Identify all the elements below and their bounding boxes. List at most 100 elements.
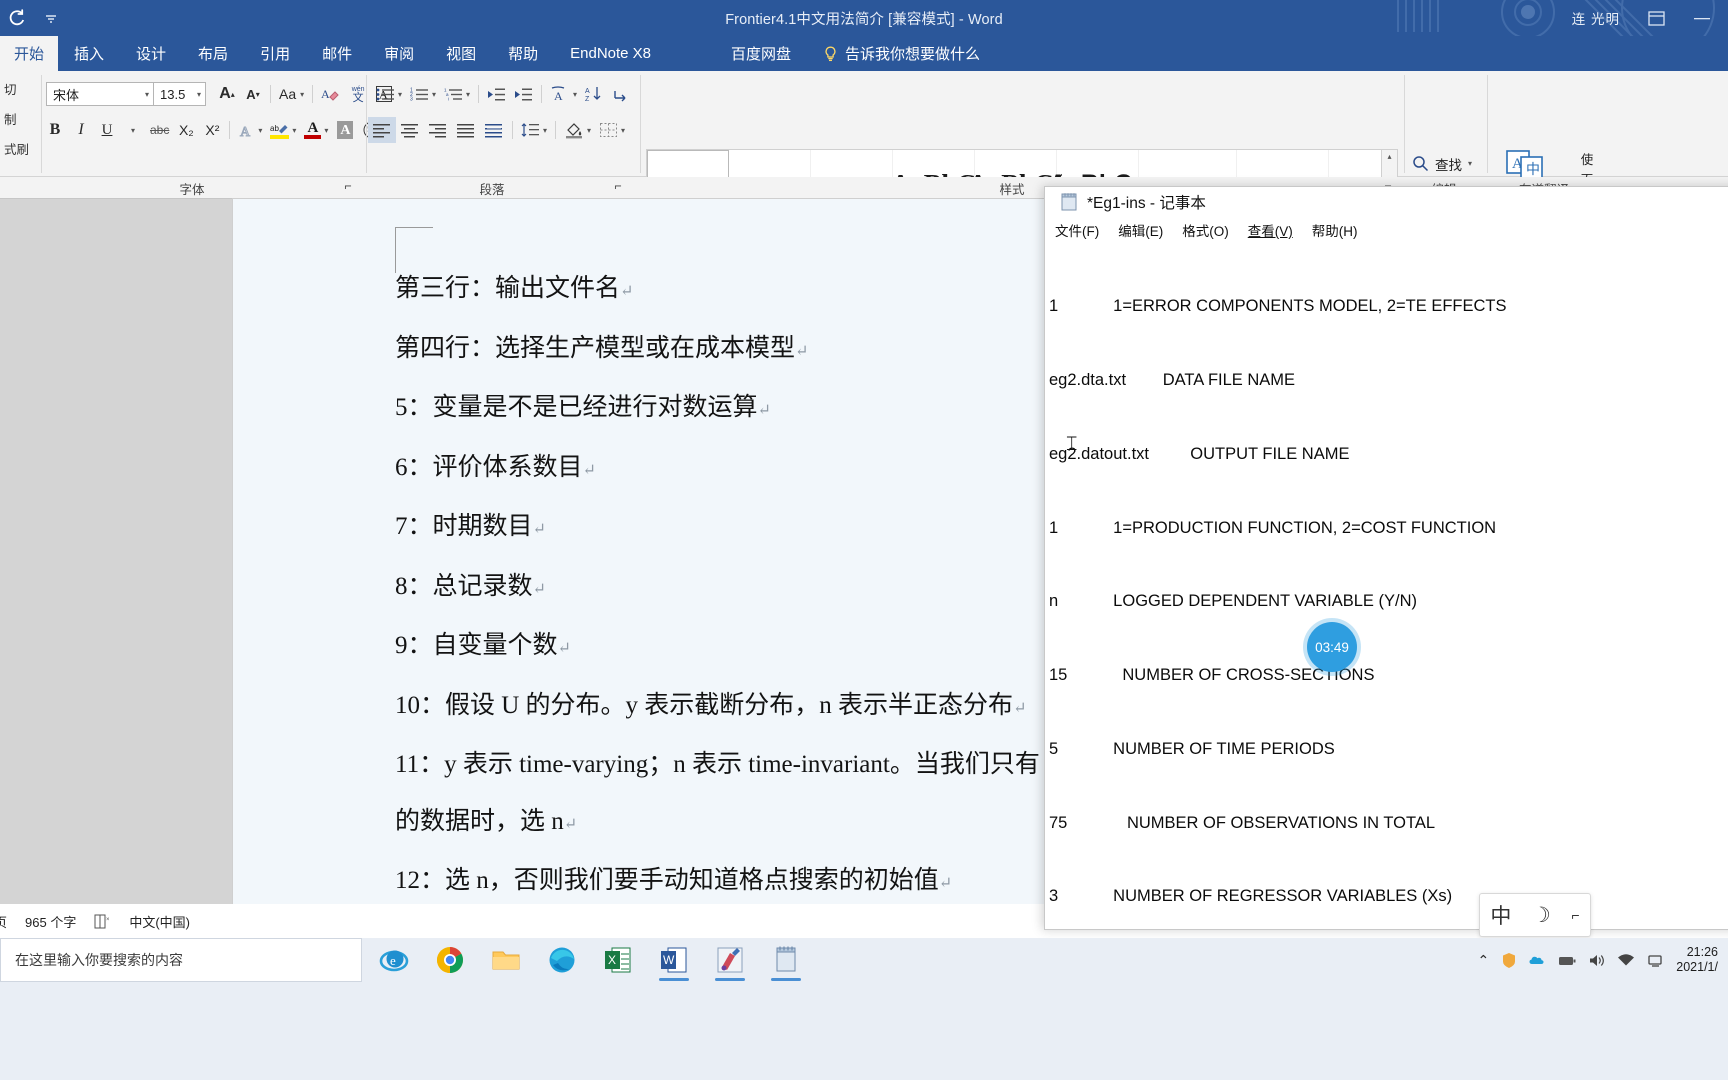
font-group-row1[interactable]: 宋体 ▾ 13.5 ▾ A ▴ A ▾ Aa ▾ A wén 文 [46, 81, 397, 107]
paragraph-group-row2[interactable]: ▾ ▾ ▾ [368, 117, 629, 143]
change-case-button[interactable]: Aa ▾ [275, 81, 308, 107]
align-center-button[interactable] [396, 117, 424, 143]
align-left-button[interactable] [368, 117, 396, 143]
sort-button[interactable]: AZ [581, 81, 607, 107]
taskbar-app-google-chrome[interactable] [426, 938, 474, 982]
asian-layout-button[interactable]: A ▾ [546, 81, 581, 107]
status-page[interactable]: 页 [0, 912, 7, 931]
taskbar-app-microsoft-word[interactable]: W [650, 938, 698, 982]
status-proofing[interactable]: × [94, 914, 111, 929]
taskbar-app-microsoft-excel[interactable]: X [594, 938, 642, 982]
clipboard-group[interactable]: 切 制 式刷 [2, 75, 44, 165]
onedrive-icon[interactable] [1529, 952, 1546, 969]
ime-menu-icon[interactable]: ⌐ [1571, 907, 1579, 923]
clear-formatting-button[interactable]: A [317, 81, 345, 107]
menu-view[interactable]: 查看(V) [1248, 220, 1293, 240]
show-formatting-marks-button[interactable] [607, 81, 633, 107]
chevron-down-icon[interactable]: ▾ [197, 90, 201, 99]
line-spacing-button[interactable]: ▾ [517, 117, 551, 143]
volume-icon[interactable] [1588, 952, 1605, 969]
status-word-count[interactable]: 965 个字 [25, 912, 76, 931]
format-painter-label[interactable]: 式刷 [2, 135, 44, 165]
find-button[interactable]: 查找 ▾ [1412, 149, 1504, 178]
user-account[interactable]: 连 光明 [1562, 8, 1630, 28]
chevron-down-icon[interactable]: ▾ [1468, 159, 1472, 168]
ime-mode-chinese[interactable]: 中 [1490, 900, 1511, 930]
increase-indent-button[interactable] [510, 81, 537, 107]
taskbar-app-internet-explorer[interactable]: e [370, 938, 418, 982]
word-status-bar[interactable]: 页 965 个字 × 中文(中国) [0, 904, 1044, 938]
font-group-row2[interactable]: B I U ▾ abc X₂ X² A ▾ ab ▾ A ▾ A [42, 117, 386, 143]
menu-format[interactable]: 格式(O) [1182, 220, 1229, 240]
taskbar-apps[interactable]: e X W [362, 938, 810, 982]
justify-button[interactable] [452, 117, 480, 143]
tab-references[interactable]: 引用 [244, 36, 306, 71]
phonetic-guide-button[interactable]: wén 文 [345, 81, 371, 107]
tab-design[interactable]: 设计 [120, 36, 182, 71]
shading-button[interactable]: ▾ [560, 117, 595, 143]
grow-font-button[interactable]: A ▴ [214, 81, 240, 107]
notepad-menu-bar[interactable]: 文件(F) 编辑(E) 格式(O) 查看(V) 帮助(H) [1045, 217, 1728, 243]
notepad-text-area[interactable]: 1 1=ERROR COMPONENTS MODEL, 2=TE EFFECTS… [1045, 243, 1728, 929]
copy-label[interactable]: 制 [2, 105, 44, 135]
text-effects-button[interactable]: A ▾ [234, 117, 266, 143]
tab-mailings[interactable]: 邮件 [306, 36, 368, 71]
shrink-font-button[interactable]: A ▾ [240, 81, 266, 107]
paragraph-group-row1[interactable]: ▾ 1 2 3 ▾ 1 a i ▾ A ▾ A Z [372, 81, 633, 107]
tab-baidu-netdisk[interactable]: 百度网盘 [715, 36, 807, 71]
taskbar-app-microsoft-edge[interactable] [538, 938, 586, 982]
tab-view[interactable]: 视图 [430, 36, 492, 71]
ime-moon-icon[interactable]: ☽ [1532, 903, 1551, 928]
ribbon-tabs[interactable]: 开始 插入 设计 布局 引用 邮件 审阅 视图 帮助 EndNote X8 百度… [0, 36, 1728, 71]
menu-help[interactable]: 帮助(H) [1312, 220, 1358, 240]
strikethrough-button[interactable]: abc [146, 117, 173, 143]
show-hidden-icons-icon[interactable]: ⌃ [1478, 952, 1490, 969]
taskbar-search-box[interactable]: 在这里输入你要搜索的内容 [0, 938, 362, 982]
underline-button[interactable]: U [94, 117, 120, 143]
taskbar-app-paint[interactable] [706, 938, 754, 982]
notepad-title-bar[interactable]: *Eg1-ins - 记事本 [1045, 187, 1728, 217]
distribute-button[interactable] [480, 117, 508, 143]
menu-file[interactable]: 文件(F) [1055, 220, 1099, 240]
paragraph-dialog-launcher[interactable]: ⌐ [608, 179, 628, 193]
subscript-button[interactable]: X₂ [173, 117, 199, 143]
menu-edit[interactable]: 编辑(E) [1118, 220, 1163, 240]
taskbar-app-notepad[interactable] [762, 938, 810, 982]
tab-insert[interactable]: 插入 [58, 36, 120, 71]
wifi-icon[interactable] [1617, 952, 1635, 969]
windows-taskbar[interactable]: 在这里输入你要搜索的内容 e X W ⌃ 21:26 2021/1/ [0, 938, 1728, 1080]
highlight-button[interactable]: ab ▾ [266, 117, 300, 143]
tab-review[interactable]: 审阅 [368, 36, 430, 71]
taskbar-clock[interactable]: 21:26 2021/1/ [1676, 945, 1718, 975]
battery-icon[interactable] [1558, 952, 1576, 969]
tab-endnote[interactable]: EndNote X8 [554, 36, 667, 71]
notepad-window[interactable]: *Eg1-ins - 记事本 文件(F) 编辑(E) 格式(O) 查看(V) 帮… [1044, 186, 1728, 930]
ribbon-display-options-icon[interactable] [1636, 3, 1676, 33]
align-right-button[interactable] [424, 117, 452, 143]
numbering-button[interactable]: 1 2 3 ▾ [406, 81, 440, 107]
status-language[interactable]: 中文(中国) [129, 912, 190, 931]
network-icon[interactable] [1647, 952, 1664, 969]
chevron-down-icon[interactable]: ▾ [145, 90, 149, 99]
superscript-button[interactable]: X² [199, 117, 225, 143]
decrease-indent-button[interactable] [483, 81, 510, 107]
cut-label[interactable]: 切 [2, 75, 44, 105]
font-dialog-launcher[interactable]: ⌐ [338, 179, 358, 193]
tab-layout[interactable]: 布局 [182, 36, 244, 71]
minimize-button[interactable] [1682, 3, 1722, 33]
recording-timer-bubble[interactable]: 03:49 [1307, 622, 1357, 672]
tab-start[interactable]: 开始 [0, 36, 59, 71]
bullets-button[interactable]: ▾ [372, 81, 406, 107]
multilevel-list-button[interactable]: 1 a i ▾ [440, 81, 474, 107]
text-shading-button[interactable]: A [332, 117, 358, 143]
system-tray[interactable]: ⌃ 21:26 2021/1/ [1478, 938, 1728, 982]
borders-button[interactable]: ▾ [595, 117, 629, 143]
tell-me-box[interactable]: 告诉我你想要做什么 [807, 36, 996, 71]
ime-floating-bar[interactable]: 中 ☽ ⌐ [1479, 893, 1591, 937]
underline-dropdown[interactable]: ▾ [120, 117, 146, 143]
italic-button[interactable]: I [68, 117, 94, 143]
font-color-button[interactable]: A ▾ [300, 117, 332, 143]
font-size-input[interactable]: 13.5 ▾ [154, 82, 206, 106]
font-name-input[interactable]: 宋体 ▾ [46, 82, 154, 106]
bold-button[interactable]: B [42, 117, 68, 143]
